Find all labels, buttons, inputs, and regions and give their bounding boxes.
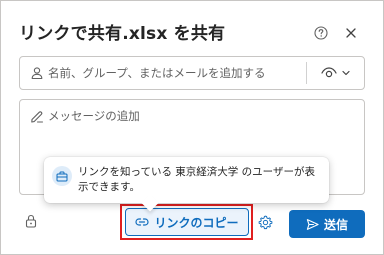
link-permission-dropdown[interactable] bbox=[314, 61, 358, 85]
briefcase-icon bbox=[56, 171, 68, 181]
copy-link-label: リンクのコピー bbox=[154, 215, 239, 230]
briefcase-icon-badge bbox=[52, 166, 72, 186]
send-icon bbox=[306, 218, 319, 230]
chevron-down-icon bbox=[342, 70, 350, 76]
gear-icon bbox=[258, 215, 272, 229]
link-info-tooltip: リンクを知っている 東京経済大学 のユーザーが表示できます。 bbox=[44, 157, 329, 212]
send-label: 送信 bbox=[323, 217, 348, 232]
close-button[interactable] bbox=[341, 23, 361, 43]
tooltip-text: リンクを知っている 東京経済大学 のユーザーが表示できます。 bbox=[78, 166, 315, 193]
eye-icon bbox=[321, 67, 337, 78]
lock-button[interactable] bbox=[23, 213, 39, 229]
people-search-input[interactable] bbox=[20, 57, 306, 89]
send-button[interactable]: 送信 bbox=[289, 210, 365, 238]
people-picker bbox=[19, 56, 365, 90]
share-dialog: リンクで共有.xlsx を共有 名前、グループ、またはメールを追加する メッセー… bbox=[0, 0, 384, 255]
dialog-title: リンクで共有.xlsx を共有 bbox=[19, 24, 226, 44]
lock-icon bbox=[25, 214, 37, 228]
link-icon bbox=[135, 218, 150, 226]
help-button[interactable] bbox=[311, 23, 331, 43]
divider bbox=[306, 62, 307, 84]
help-icon bbox=[314, 26, 328, 40]
copy-link-button[interactable]: リンクのコピー bbox=[125, 208, 249, 236]
close-icon bbox=[346, 28, 356, 38]
link-settings-button[interactable] bbox=[256, 213, 274, 231]
